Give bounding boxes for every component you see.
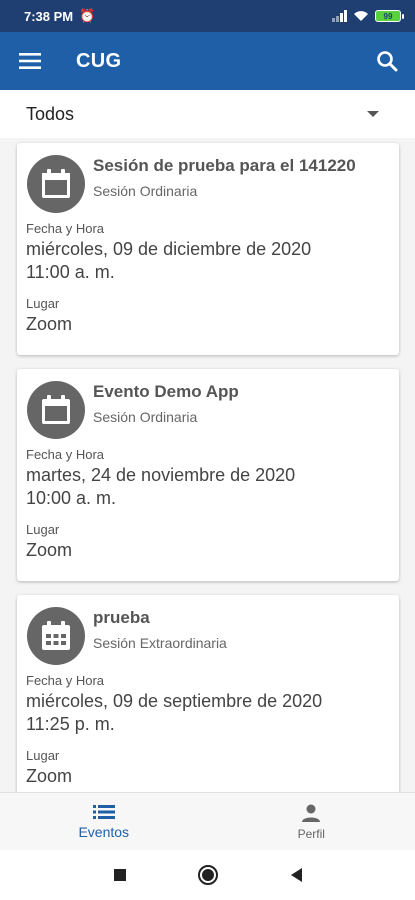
event-card[interactable]: prueba Sesión Extraordinaria Fecha y Hor… xyxy=(17,595,399,792)
app-title: CUG xyxy=(76,49,122,72)
back-button[interactable] xyxy=(282,861,310,889)
person-icon xyxy=(302,804,321,822)
event-list: Sesión de prueba para el 141220 Sesión O… xyxy=(0,138,415,792)
battery-level: 99 xyxy=(383,11,393,21)
place-label: Lugar xyxy=(26,296,60,311)
nav-perfil[interactable]: Perfil xyxy=(208,793,415,850)
place-label: Lugar xyxy=(26,748,60,763)
event-datetime: martes, 24 de noviembre de 2020 10:00 a.… xyxy=(26,464,295,510)
home-button[interactable] xyxy=(194,861,222,889)
wifi-icon xyxy=(354,11,368,21)
date-label: Fecha y Hora xyxy=(26,447,105,462)
event-time: 10:00 a. m. xyxy=(26,488,117,508)
event-date: martes, 24 de noviembre de 2020 xyxy=(26,465,296,485)
status-bar: 7:38 PM ⏰ 99 xyxy=(0,0,415,32)
event-place: Zoom xyxy=(26,314,73,334)
event-title: Sesión de prueba para el 141220 xyxy=(93,156,356,175)
date-label: Fecha y Hora xyxy=(26,221,105,236)
event-type: Sesión Ordinaria xyxy=(93,409,198,425)
dropdown-arrow-icon xyxy=(367,111,379,117)
filter-dropdown[interactable]: Todos xyxy=(0,90,415,138)
event-card[interactable]: Evento Demo App Sesión Ordinaria Fecha y… xyxy=(17,369,399,581)
app-bar: CUG xyxy=(0,32,415,90)
system-nav-bar xyxy=(0,850,415,900)
event-title: Evento Demo App xyxy=(93,382,239,401)
nav-perfil-label: Perfil xyxy=(297,826,325,841)
status-time: 7:38 PM xyxy=(24,8,74,24)
calendar-icon xyxy=(27,381,85,439)
event-time: 11:00 a. m. xyxy=(26,262,115,282)
search-icon[interactable] xyxy=(359,32,415,90)
event-card[interactable]: Sesión de prueba para el 141220 Sesión O… xyxy=(17,143,399,355)
event-title: prueba xyxy=(93,608,150,627)
filter-selected: Todos xyxy=(26,103,75,124)
event-place: Zoom xyxy=(26,766,73,786)
event-date: miércoles, 09 de septiembre de 2020 xyxy=(26,691,323,711)
date-label: Fecha y Hora xyxy=(26,673,105,688)
menu-icon[interactable] xyxy=(0,32,60,90)
event-place: Zoom xyxy=(26,540,73,560)
recents-button[interactable] xyxy=(106,861,134,889)
bottom-nav: Eventos Perfil xyxy=(0,792,415,850)
event-time: 11:25 p. m. xyxy=(26,714,115,734)
calendar-icon xyxy=(27,155,85,213)
nav-eventos[interactable]: Eventos xyxy=(0,793,208,850)
list-icon xyxy=(92,804,115,819)
event-datetime: miércoles, 09 de septiembre de 2020 11:2… xyxy=(26,690,322,736)
event-type: Sesión Ordinaria xyxy=(93,183,198,199)
calendar-grid-icon xyxy=(27,607,85,665)
place-label: Lugar xyxy=(26,522,60,537)
nav-eventos-label: Eventos xyxy=(78,823,130,840)
event-date: miércoles, 09 de diciembre de 2020 xyxy=(26,239,312,259)
square-icon xyxy=(113,869,126,881)
battery-icon: 99 xyxy=(375,10,404,22)
signal-icon xyxy=(332,10,347,22)
alarm-icon: ⏰ xyxy=(79,8,96,23)
event-datetime: miércoles, 09 de diciembre de 2020 11:00… xyxy=(26,238,311,284)
circle-icon xyxy=(197,865,218,885)
back-triangle-icon xyxy=(290,868,302,882)
status-icons: 99 xyxy=(332,10,404,22)
event-type: Sesión Extraordinaria xyxy=(93,635,227,651)
